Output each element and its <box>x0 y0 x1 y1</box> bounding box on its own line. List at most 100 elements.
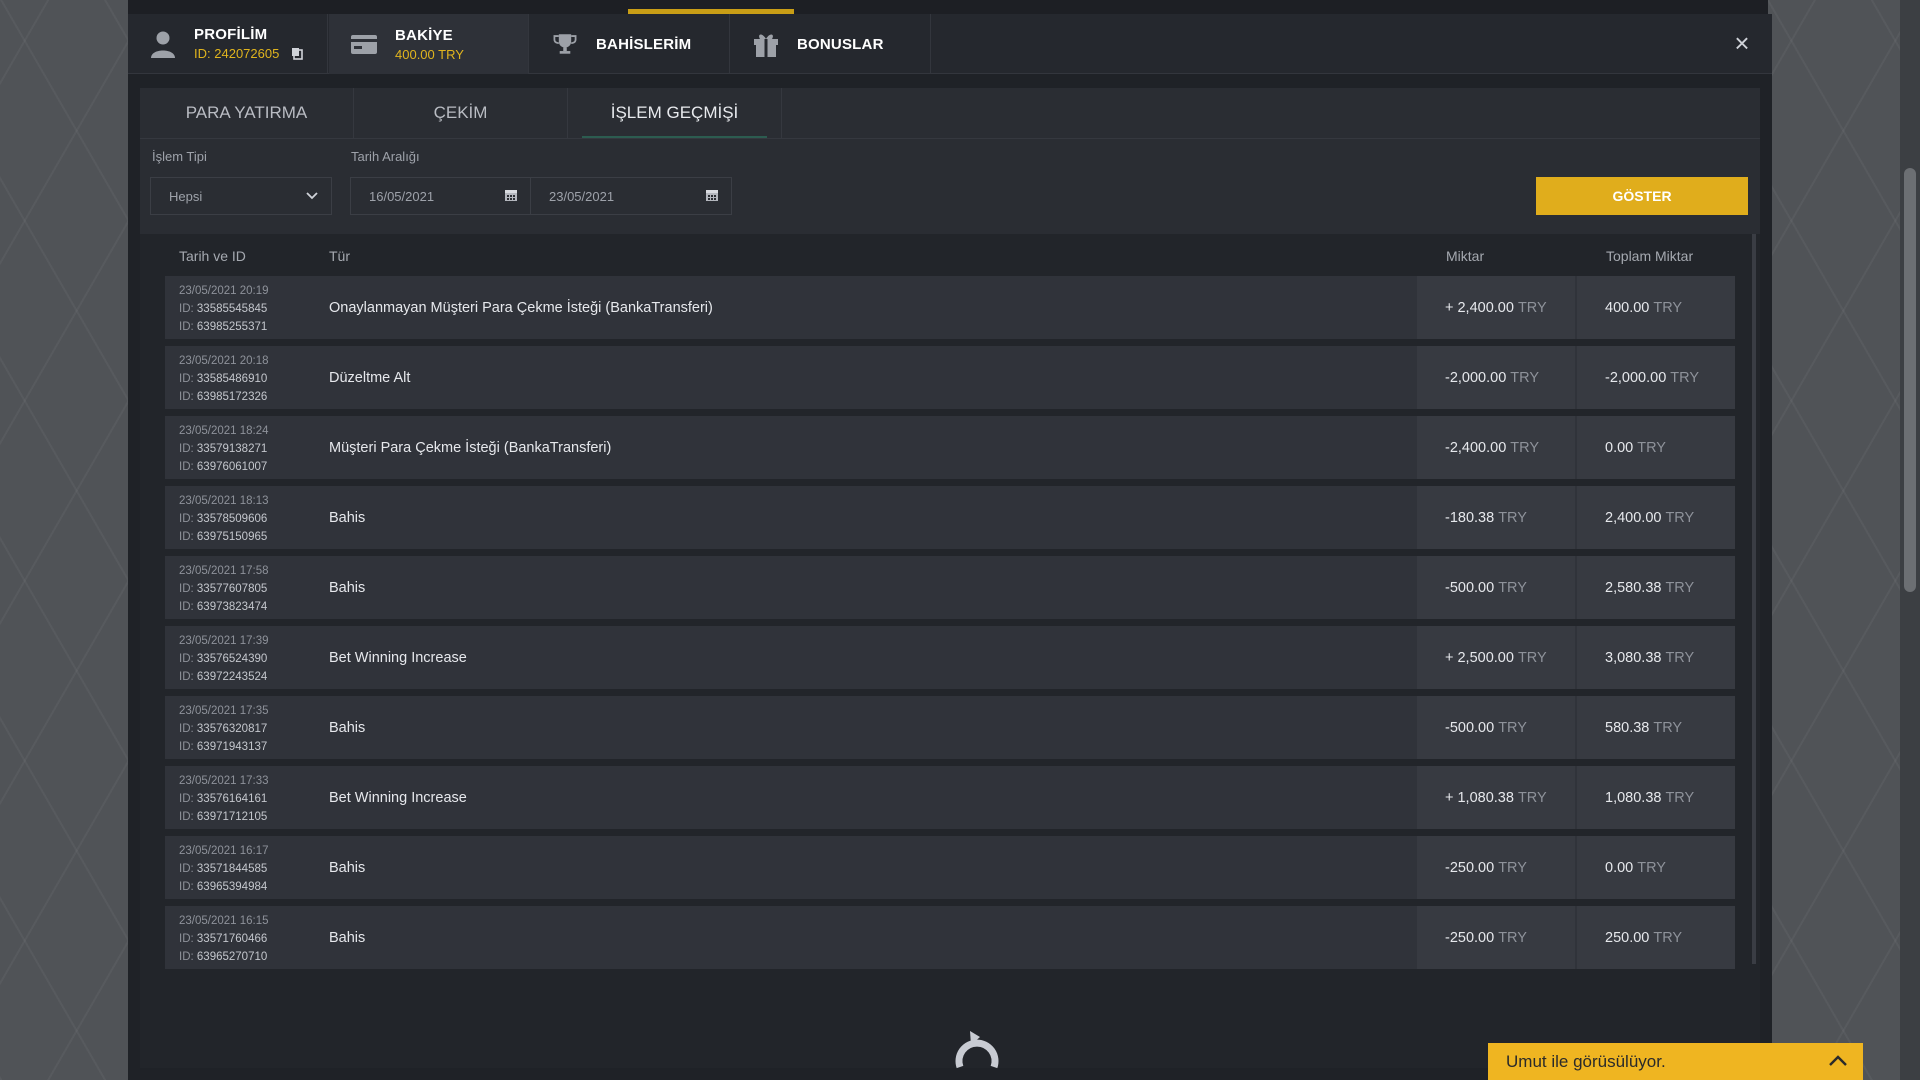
table-header: Tarih ve ID Tür Miktar Toplam Miktar <box>140 234 1760 274</box>
row-id2-line: ID: 63965270710 <box>179 948 269 966</box>
account-modal: PROFİLİM ID: 242072605 BAKİYE 400.00 TRY <box>128 14 1772 1080</box>
row-id-prefix: ID: <box>179 881 194 893</box>
calendar-icon[interactable] <box>504 188 518 205</box>
table-row[interactable]: 23/05/2021 20:18 ID: 33585486910 ID: 63985… <box>165 346 1735 409</box>
row-id-prefix: ID: <box>179 391 194 403</box>
table-row[interactable]: 23/05/2021 17:39 ID: 33576524390 ID: 63972… <box>165 626 1735 689</box>
tab-profile[interactable]: PROFİLİM ID: 242072605 <box>128 14 328 74</box>
close-icon[interactable]: × <box>1730 30 1754 56</box>
col-amount: Miktar <box>1446 248 1485 264</box>
row-currency: TRY <box>1670 369 1700 386</box>
type-select-value: Hepsi <box>169 188 203 204</box>
chevron-up-icon[interactable] <box>1827 1051 1849 1076</box>
row-id1-line: ID: 33576320817 <box>179 720 269 738</box>
type-filter-label: İşlem Tipi <box>152 149 207 164</box>
row-total: -2,000.00 <box>1605 369 1667 386</box>
row-date: 23/05/2021 20:18 <box>179 355 269 367</box>
row-date-block: 23/05/2021 17:39 ID: 33576524390 ID: 63972… <box>179 632 269 686</box>
row-total: 2,400.00 <box>1605 509 1662 526</box>
table-scrollbar[interactable] <box>1752 234 1756 964</box>
row-id-prefix: ID: <box>179 601 194 613</box>
row-amount: + 2,500.00 <box>1445 649 1514 666</box>
show-button[interactable]: GÖSTER <box>1536 177 1748 215</box>
row-date: 23/05/2021 17:33 <box>179 775 269 787</box>
row-date-block: 23/05/2021 17:58 ID: 33577607805 ID: 63973… <box>179 562 269 616</box>
row-amount: + 1,080.38 <box>1445 789 1514 806</box>
date-to-value: 23/05/2021 <box>549 188 615 204</box>
row-amount-cell: + 1,080.38 TRY <box>1417 766 1575 829</box>
row-amount: -250.00 <box>1445 929 1495 946</box>
table-row[interactable]: 23/05/2021 17:33 ID: 33576164161 ID: 63971… <box>165 766 1735 829</box>
balance-amount: 400.00 TRY <box>395 46 464 62</box>
table-row[interactable]: 23/05/2021 18:24 ID: 33579138271 ID: 63976… <box>165 416 1735 479</box>
page-scrollbar[interactable] <box>1900 0 1920 1080</box>
row-date-block: 23/05/2021 16:17 ID: 33571844585 ID: 63965… <box>179 842 269 896</box>
table-row[interactable]: 23/05/2021 18:13 ID: 33578509606 ID: 63975… <box>165 486 1735 549</box>
row-amount-cell: -180.38 TRY <box>1417 486 1575 549</box>
table-row[interactable]: 23/05/2021 17:58 ID: 33577607805 ID: 63973… <box>165 556 1735 619</box>
page-scrollbar-thumb[interactable] <box>1904 168 1916 592</box>
row-type: Bahis <box>329 509 366 526</box>
live-chat-bar[interactable]: Umut ile görüsülüyor. <box>1488 1043 1863 1080</box>
row-date-block: 23/05/2021 17:33 ID: 33576164161 ID: 63971… <box>179 772 269 826</box>
row-amount-cell: + 2,500.00 TRY <box>1417 626 1575 689</box>
row-type: Bet Winning Increase <box>329 649 467 666</box>
row-id2-line: ID: 63976061007 <box>179 458 269 476</box>
row-id1-line: ID: 33577607805 <box>179 580 269 598</box>
row-amount: -250.00 <box>1445 859 1495 876</box>
refresh-icon[interactable] <box>950 1029 1004 1074</box>
row-amount-cell: -500.00 TRY <box>1417 696 1575 759</box>
date-to-input[interactable]: 23/05/2021 <box>530 177 732 215</box>
row-currency: TRY <box>1665 789 1695 806</box>
date-from-input[interactable]: 16/05/2021 <box>350 177 531 215</box>
profile-id-line: ID: 242072605 <box>194 46 303 63</box>
site-top-strip <box>128 0 1768 14</box>
row-total: 580.38 <box>1605 719 1650 736</box>
row-total-cell: -2,000.00 TRY <box>1577 346 1735 409</box>
table-row[interactable]: 23/05/2021 20:19 ID: 33585545845 ID: 63985… <box>165 276 1735 339</box>
tab-balance[interactable]: BAKİYE 400.00 TRY <box>329 14 529 74</box>
row-total-cell: 580.38 TRY <box>1577 696 1735 759</box>
row-amount: -500.00 <box>1445 579 1495 596</box>
row-type: Düzeltme Alt <box>329 369 411 386</box>
row-date: 23/05/2021 18:13 <box>179 495 269 507</box>
row-date: 23/05/2021 16:15 <box>179 915 269 927</box>
row-amount: -2,400.00 <box>1445 439 1507 456</box>
row-date: 23/05/2021 17:58 <box>179 565 269 577</box>
row-total-cell: 0.00 TRY <box>1577 416 1735 479</box>
tab-my-bets[interactable]: BAHİSLERİM <box>530 14 730 74</box>
row-id1-line: ID: 33571844585 <box>179 860 269 878</box>
row-currency: TRY <box>1517 789 1547 806</box>
row-date: 23/05/2021 16:17 <box>179 845 269 857</box>
row-date-block: 23/05/2021 20:19 ID: 33585545845 ID: 63985… <box>179 282 269 336</box>
row-type: Bahis <box>329 579 366 596</box>
row-currency: TRY <box>1665 509 1695 526</box>
table-row[interactable]: 23/05/2021 16:15 ID: 33571760466 ID: 63965… <box>165 906 1735 969</box>
row-total: 1,080.38 <box>1605 789 1662 806</box>
tab-withdraw[interactable]: ÇEKİM <box>354 88 568 138</box>
table-row[interactable]: 23/05/2021 16:17 ID: 33571844585 ID: 63965… <box>165 836 1735 899</box>
row-currency: TRY <box>1510 369 1540 386</box>
row-amount-cell: -2,400.00 TRY <box>1417 416 1575 479</box>
row-total: 0.00 <box>1605 859 1634 876</box>
table-rows: 23/05/2021 20:19 ID: 33585545845 ID: 63985… <box>165 276 1735 976</box>
row-id2: 63971943137 <box>196 741 268 753</box>
table-row[interactable]: 23/05/2021 17:35 ID: 33576320817 ID: 63971… <box>165 696 1735 759</box>
row-amount: -180.38 <box>1445 509 1495 526</box>
calendar-icon[interactable] <box>705 188 719 205</box>
row-total-cell: 400.00 TRY <box>1577 276 1735 339</box>
type-select[interactable]: Hepsi <box>150 177 332 215</box>
profile-id: 242072605 <box>214 45 280 61</box>
copy-icon[interactable] <box>291 47 303 63</box>
balance-panel: PARA YATIRMA ÇEKİM İŞLEM GEÇMİŞİ İşlem T… <box>140 88 1760 1069</box>
tab-deposit[interactable]: PARA YATIRMA <box>140 88 354 138</box>
row-date-block: 23/05/2021 18:13 ID: 33578509606 ID: 63975… <box>179 492 269 546</box>
tab-transaction-history[interactable]: İŞLEM GEÇMİŞİ <box>568 88 782 138</box>
tab-bonuses[interactable]: BONUSLAR <box>731 14 931 74</box>
row-currency: TRY <box>1637 859 1666 876</box>
row-id-prefix: ID: <box>179 513 194 525</box>
row-type: Onaylanmayan Müşteri Para Çekme İsteği (… <box>329 299 713 316</box>
row-amount: -2,000.00 <box>1445 369 1507 386</box>
profile-id-prefix: ID: <box>194 45 211 61</box>
row-id2: 63985255371 <box>196 321 268 333</box>
